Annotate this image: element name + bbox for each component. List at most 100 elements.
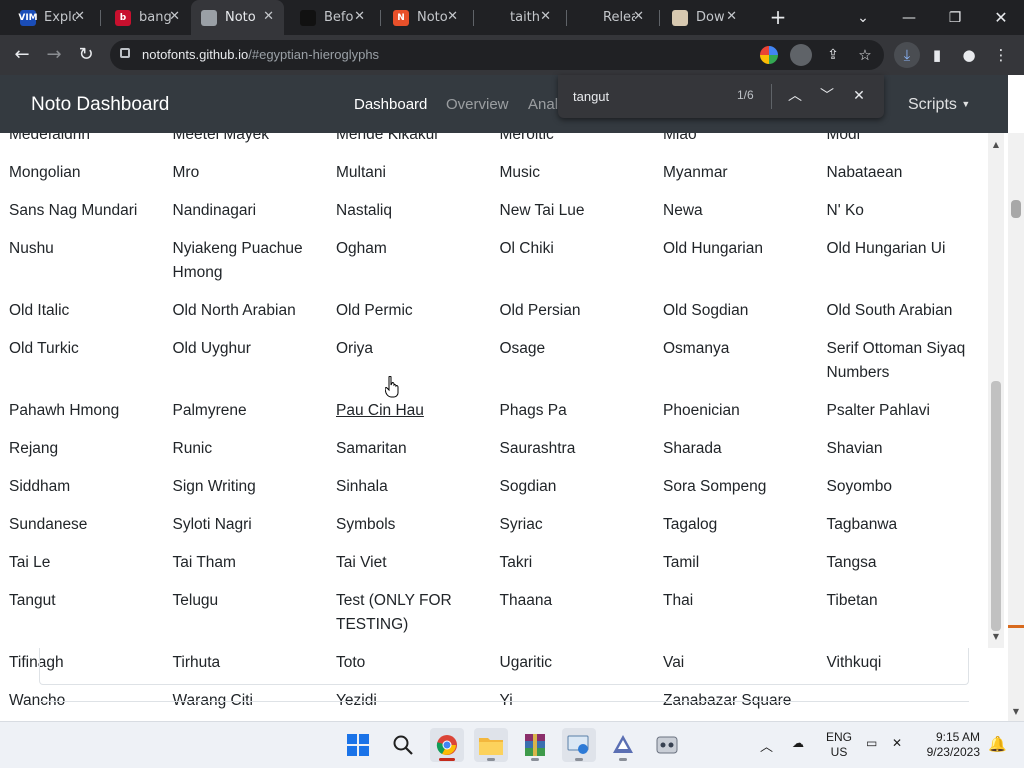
- script-link[interactable]: Yi: [500, 683, 664, 721]
- find-in-page-icon[interactable]: [790, 44, 812, 66]
- script-link[interactable]: Old Permic: [336, 293, 500, 331]
- volume-muted-icon[interactable]: ✕: [892, 736, 902, 768]
- winrar-icon[interactable]: [518, 728, 552, 762]
- address-bar[interactable]: notofonts.github.io/#egyptian-hieroglyph…: [110, 40, 884, 70]
- clock[interactable]: 9:15 AM 9/23/2023: [920, 730, 980, 768]
- script-link[interactable]: Thaana: [500, 583, 664, 645]
- share-icon[interactable]: ⇪: [824, 46, 842, 64]
- script-link[interactable]: Runic: [173, 431, 337, 469]
- search-icon[interactable]: [386, 728, 420, 762]
- browser-tab[interactable]: N Noto ✕: [383, 0, 468, 35]
- script-link[interactable]: Mende Kikakui: [336, 133, 500, 155]
- script-link[interactable]: Pahawh Hmong: [9, 393, 173, 431]
- script-link[interactable]: Palmyrene: [173, 393, 337, 431]
- script-link[interactable]: Saurashtra: [500, 431, 664, 469]
- onedrive-cloud-icon[interactable]: ☁: [792, 736, 804, 768]
- script-link[interactable]: Yezidi: [336, 683, 500, 721]
- tab-close-icon[interactable]: ✕: [354, 9, 365, 24]
- scroll-up-arrow-icon[interactable]: ▲: [992, 141, 1000, 149]
- inner-scrollbar-thumb[interactable]: [991, 381, 1001, 631]
- script-link[interactable]: Sign Writing: [173, 469, 337, 507]
- script-link[interactable]: Rejang: [9, 431, 173, 469]
- script-link[interactable]: Meroitic: [500, 133, 664, 155]
- find-close-icon[interactable]: ✕: [849, 86, 869, 106]
- script-link[interactable]: Old North Arabian: [173, 293, 337, 331]
- script-link[interactable]: Soyombo: [827, 469, 991, 507]
- script-link[interactable]: Test (ONLY FOR TESTING): [336, 583, 500, 645]
- script-link[interactable]: Phoenician: [663, 393, 827, 431]
- site-brand[interactable]: Noto Dashboard: [31, 94, 169, 116]
- profile-icon[interactable]: ●: [958, 44, 980, 66]
- script-link[interactable]: Sundanese: [9, 507, 173, 545]
- script-link[interactable]: Old Persian: [500, 293, 664, 331]
- script-link[interactable]: Sinhala: [336, 469, 500, 507]
- script-link[interactable]: Old South Arabian: [827, 293, 991, 331]
- language-indicator[interactable]: ENG US: [826, 730, 852, 768]
- script-link[interactable]: Nastaliq: [336, 193, 500, 231]
- script-link[interactable]: Multani: [336, 155, 500, 193]
- bookmark-star-icon[interactable]: ☆: [856, 46, 874, 64]
- script-link[interactable]: Tagbanwa: [827, 507, 991, 545]
- script-link[interactable]: Symbols: [336, 507, 500, 545]
- script-link[interactable]: Sans Nag Mundari: [9, 193, 173, 231]
- script-link[interactable]: Mongolian: [9, 155, 173, 193]
- back-button[interactable]: ←: [10, 43, 34, 67]
- tab-close-icon[interactable]: ✕: [540, 9, 551, 24]
- notification-bell-icon[interactable]: 🔔: [988, 735, 1007, 768]
- browser-tab[interactable]: VIM Explo ✕: [10, 0, 95, 35]
- start-windows-icon[interactable]: [341, 728, 375, 762]
- script-link[interactable]: Nandinagari: [173, 193, 337, 231]
- tab-close-icon[interactable]: ✕: [447, 9, 458, 24]
- side-panel-icon[interactable]: ▮: [926, 44, 948, 66]
- script-link[interactable]: Nushu: [9, 231, 173, 293]
- script-link[interactable]: Telugu: [173, 583, 337, 645]
- script-link[interactable]: Takri: [500, 545, 664, 583]
- script-link[interactable]: Old Hungarian: [663, 231, 827, 293]
- browser-tab[interactable]: Relea✕: [569, 0, 654, 35]
- script-link[interactable]: Tamil: [663, 545, 827, 583]
- script-link[interactable]: Syriac: [500, 507, 664, 545]
- google-lens-icon[interactable]: [760, 46, 778, 64]
- script-link[interactable]: Shavian: [827, 431, 991, 469]
- script-link[interactable]: Meetei Mayek: [173, 133, 337, 155]
- nav-overview[interactable]: Overview: [446, 96, 509, 113]
- find-previous-chevron-up-icon[interactable]: ︿: [785, 86, 805, 106]
- nav-dashboard[interactable]: Dashboard: [354, 96, 427, 113]
- script-link[interactable]: Ogham: [336, 231, 500, 293]
- script-link[interactable]: Tangsa: [827, 545, 991, 583]
- find-next-chevron-down-icon[interactable]: ﹀: [817, 86, 837, 106]
- script-link[interactable]: Ol Chiki: [500, 231, 664, 293]
- script-link[interactable]: Old Turkic: [9, 331, 173, 393]
- page-scrollbar[interactable]: ▼: [1008, 133, 1024, 721]
- script-link[interactable]: Phags Pa: [500, 393, 664, 431]
- script-link[interactable]: Oriya: [336, 331, 500, 393]
- downloads-icon[interactable]: ⤓: [894, 42, 920, 68]
- tab-close-icon[interactable]: ✕: [263, 9, 274, 24]
- page-scrollbar-thumb[interactable]: [1011, 200, 1021, 218]
- scripts-dropdown[interactable]: Scripts ▼: [908, 96, 970, 114]
- chrome-icon[interactable]: [430, 728, 464, 762]
- reload-button[interactable]: ↻: [74, 43, 98, 67]
- script-link[interactable]: Sora Sompeng: [663, 469, 827, 507]
- file-explorer-icon[interactable]: [474, 728, 508, 762]
- script-link[interactable]: Thai: [663, 583, 827, 645]
- close-window-button[interactable]: ✕: [978, 0, 1024, 35]
- new-tab-button[interactable]: +: [766, 5, 790, 29]
- nav-analytics[interactable]: Anal: [528, 96, 558, 113]
- script-link[interactable]: Miao: [663, 133, 827, 155]
- script-link[interactable]: Old Italic: [9, 293, 173, 331]
- script-link[interactable]: Sogdian: [500, 469, 664, 507]
- tab-search-chevron-icon[interactable]: ⌄: [840, 0, 886, 35]
- browser-tab[interactable]: taith ✕: [476, 0, 561, 35]
- script-link[interactable]: New Tai Lue: [500, 193, 664, 231]
- script-link[interactable]: Old Hungarian Ui: [827, 231, 991, 293]
- script-link[interactable]: Tai Le: [9, 545, 173, 583]
- script-link[interactable]: Newa: [663, 193, 827, 231]
- inner-scrollbar[interactable]: ▲ ▼: [988, 133, 1004, 648]
- tray-app-icon[interactable]: [650, 728, 684, 762]
- tab-close-icon[interactable]: ✕: [726, 9, 737, 24]
- browser-tab[interactable]: Dow ✕: [662, 0, 747, 35]
- network-icon[interactable]: ▭: [866, 736, 877, 768]
- script-link[interactable]: Tangut: [9, 583, 173, 645]
- script-link[interactable]: Syloti Nagri: [173, 507, 337, 545]
